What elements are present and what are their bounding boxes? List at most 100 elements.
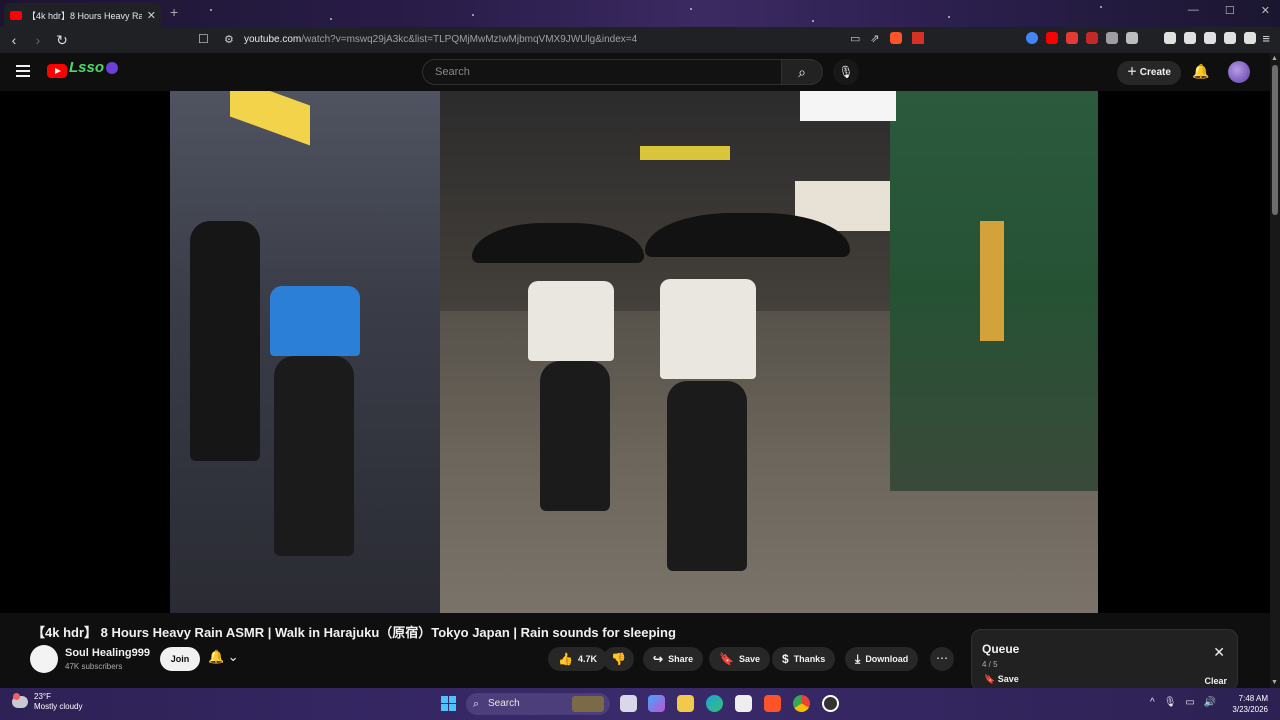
- chrome-icon[interactable]: [793, 695, 810, 712]
- youtube-logo-icon[interactable]: [47, 64, 67, 78]
- wallet-icon[interactable]: [1204, 32, 1216, 44]
- back-button[interactable]: ‹: [4, 32, 24, 48]
- save-label: Save: [738, 654, 760, 664]
- network-icon[interactable]: ▭: [1185, 697, 1194, 708]
- close-queue-icon[interactable]: ✕: [1213, 644, 1225, 661]
- youtube-doodle[interactable]: Lsso: [69, 59, 119, 76]
- walker: [540, 361, 610, 511]
- extension-icon[interactable]: [1086, 32, 1098, 44]
- video-frame[interactable]: [170, 91, 1098, 613]
- subscription-bell-icon[interactable]: 🔔 ⌄: [208, 649, 239, 665]
- search-highlight-image: [572, 696, 604, 712]
- thanks-button[interactable]: $ Thanks: [772, 647, 836, 671]
- brave-shield-icon[interactable]: [889, 32, 902, 44]
- copilot-icon[interactable]: [648, 695, 665, 712]
- channel-name[interactable]: Soul Healing999: [65, 647, 150, 659]
- taskbar-search[interactable]: ⌕ Search: [466, 693, 610, 715]
- pedestrian: [274, 356, 354, 556]
- dislike-button[interactable]: 👎: [603, 647, 634, 671]
- join-button[interactable]: Join: [160, 647, 200, 671]
- bookmark-icon[interactable]: ☐: [198, 32, 209, 46]
- sidebar-icon[interactable]: [1184, 32, 1196, 44]
- brave-browser-icon[interactable]: [764, 695, 781, 712]
- close-tab-icon[interactable]: ✕: [147, 9, 156, 22]
- notifications-bell-icon[interactable]: 🔔: [1192, 63, 1209, 80]
- clock-time: 7:48 AM: [1238, 694, 1268, 703]
- youtube-header: Lsso Search ⌕ 🎙 ＋ Create 🔔: [0, 53, 1270, 91]
- microphone-icon[interactable]: 🎙: [1164, 697, 1177, 708]
- browser-menu-icon[interactable]: ≡: [1262, 31, 1270, 46]
- walker: [667, 381, 747, 571]
- tab-title: 【4k hdr】8 Hours Heavy Rain: [27, 10, 142, 21]
- vpn-icon[interactable]: [1244, 32, 1256, 44]
- youtube-extension-icon[interactable]: [1046, 32, 1058, 44]
- windows-start-icon[interactable]: [441, 696, 456, 711]
- new-tab-button[interactable]: +: [170, 4, 178, 20]
- share-page-icon[interactable]: ⇗: [870, 32, 879, 45]
- scroll-up-icon[interactable]: ▲: [1271, 55, 1278, 62]
- forward-button[interactable]: ›: [28, 32, 48, 48]
- maximize-icon[interactable]: ☐: [1225, 4, 1235, 17]
- download-button[interactable]: ⤓ Download: [845, 647, 919, 671]
- minimize-icon[interactable]: —: [1188, 4, 1199, 17]
- like-count: 4.7K: [577, 654, 597, 664]
- share-button[interactable]: ↪ Share: [643, 647, 704, 671]
- microsoft-store-icon[interactable]: [735, 695, 752, 712]
- super-thanks-icon: $: [782, 652, 789, 666]
- thanks-label: Thanks: [793, 654, 826, 664]
- app-icon[interactable]: [822, 695, 839, 712]
- file-explorer-icon[interactable]: [677, 695, 694, 712]
- system-clock[interactable]: 7:48 AM 3/23/2026: [1222, 693, 1268, 715]
- cast-icon[interactable]: ▭: [850, 32, 860, 45]
- thumbs-up-icon: 👍: [558, 652, 573, 666]
- video-title: 【4k hdr】 8 Hours Heavy Rain ASMR | Walk …: [32, 625, 676, 640]
- more-actions-icon[interactable]: ⋯: [930, 647, 954, 671]
- task-view-icon[interactable]: [620, 695, 637, 712]
- channel-avatar[interactable]: [30, 645, 58, 673]
- video-player[interactable]: [0, 91, 1270, 613]
- queue-panel: Queue 4 / 5 ✕ 🔖 Save Clear: [971, 629, 1238, 691]
- extension-icon[interactable]: [1066, 32, 1078, 44]
- menu-icon[interactable]: [16, 65, 30, 80]
- address-bar[interactable]: youtube.com/watch?v=mswq29jA3kc&list=TLP…: [244, 34, 637, 45]
- chevron-up-icon[interactable]: ^: [1150, 697, 1155, 708]
- browser-tab-strip: 【4k hdr】8 Hours Heavy Rain ✕ + — ☐ ✕: [0, 0, 1280, 27]
- create-button[interactable]: ＋ Create: [1117, 61, 1181, 85]
- extension-icon[interactable]: [1026, 32, 1038, 44]
- extension-icon[interactable]: [1106, 32, 1118, 44]
- url-path: /watch?v=mswq29jA3kc&list=TLPQMjMwMzIwMj…: [301, 34, 638, 45]
- shop-door: [980, 221, 1004, 341]
- shop-sign: [800, 91, 896, 121]
- shop-sign: [640, 146, 730, 160]
- weather-widget[interactable]: 23°F Mostly cloudy: [12, 692, 82, 712]
- scrollbar-thumb[interactable]: [1272, 65, 1278, 215]
- browser-tab-active[interactable]: 【4k hdr】8 Hours Heavy Rain ✕: [4, 3, 162, 27]
- search-icon[interactable]: ⌕: [781, 59, 823, 85]
- account-avatar[interactable]: [1228, 61, 1250, 83]
- close-window-icon[interactable]: ✕: [1261, 4, 1270, 17]
- save-button[interactable]: 🔖 Save: [709, 647, 770, 671]
- extension-icon[interactable]: [1126, 32, 1138, 44]
- youtube-favicon-icon: [10, 10, 22, 20]
- edge-icon[interactable]: [706, 695, 723, 712]
- leo-ai-icon[interactable]: [1224, 32, 1236, 44]
- scroll-down-icon[interactable]: ▼: [1271, 679, 1278, 686]
- like-button[interactable]: 👍 4.7K: [548, 647, 607, 671]
- queue-clear-button[interactable]: Clear: [1204, 676, 1227, 686]
- weather-condition: Mostly cloudy: [34, 702, 83, 711]
- window-controls: — ☐ ✕: [1188, 4, 1270, 17]
- share-label: Share: [668, 654, 694, 664]
- download-label: Download: [865, 654, 909, 664]
- reload-button[interactable]: ↻: [52, 32, 72, 49]
- media-icon[interactable]: [1164, 32, 1176, 44]
- temperature: 23°F: [34, 692, 51, 701]
- queue-save-button[interactable]: 🔖 Save: [984, 674, 1019, 685]
- brave-rewards-icon[interactable]: [911, 32, 924, 44]
- microphone-icon[interactable]: 🎙: [833, 59, 859, 85]
- page-scrollbar[interactable]: ▲ ▼: [1270, 53, 1280, 688]
- address-bar-icons: ▭ ⇗: [850, 32, 924, 45]
- site-info-icon[interactable]: ⚙: [224, 33, 234, 46]
- volume-icon[interactable]: 🔊: [1204, 697, 1216, 708]
- search-input[interactable]: Search: [422, 59, 782, 85]
- clock-date: 3/23/2026: [1232, 705, 1268, 714]
